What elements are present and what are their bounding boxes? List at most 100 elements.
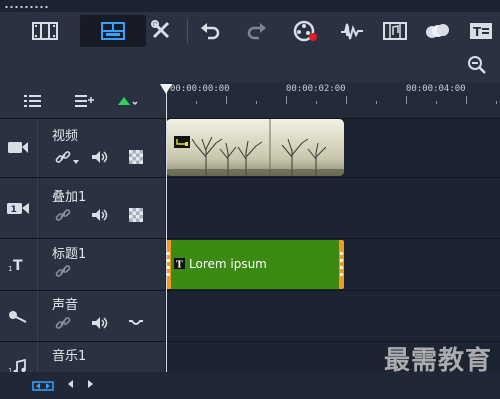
time-ruler[interactable]: 00:00:00:00 00:00:02:00 00:00:04:00 — [166, 82, 500, 119]
overlay-track-lane[interactable] — [166, 178, 500, 239]
record-capture-icon — [293, 20, 317, 42]
track-name: 叠加1 — [52, 190, 87, 205]
record-capture-button[interactable] — [289, 15, 323, 47]
timeline-view-button[interactable] — [80, 15, 146, 47]
link-icon — [55, 265, 71, 277]
track-divider — [37, 119, 38, 177]
title-track-lane[interactable]: T Lorem ipsum — [166, 239, 500, 291]
ruler-label-4s: 00:00:04:00 — [406, 84, 466, 94]
motion-tracking-button[interactable] — [420, 15, 454, 47]
subtitle-editor-button[interactable]: T — [464, 15, 498, 47]
track-name: 标题1 — [52, 247, 87, 262]
voice-track-icon — [9, 311, 27, 323]
track-header-voice[interactable]: 声音 — [0, 291, 165, 342]
track-name: 音乐1 — [52, 349, 87, 364]
volume-button[interactable] — [91, 149, 109, 165]
link-button[interactable] — [54, 263, 72, 279]
audio-mixer-button[interactable] — [335, 15, 369, 47]
audio-mixer-icon — [341, 23, 363, 40]
ripple-editing-icon — [118, 97, 138, 106]
auto-music-button[interactable] — [378, 15, 412, 47]
chevron-down-icon[interactable] — [73, 160, 79, 164]
ruler-tick — [466, 96, 467, 104]
track-visibility-button[interactable]: 1 T — [4, 253, 32, 275]
fit-project-button[interactable] — [32, 380, 54, 392]
undo-button[interactable] — [193, 15, 227, 47]
scroll-right-icon[interactable] — [86, 379, 94, 389]
voice-track-lane[interactable] — [166, 291, 500, 342]
link-button[interactable] — [54, 207, 72, 223]
volume-icon — [92, 209, 108, 221]
timeline-subtoolbar — [0, 50, 500, 82]
mask-button[interactable] — [127, 149, 145, 165]
track-visibility-button[interactable] — [4, 136, 32, 158]
link-icon — [55, 151, 71, 163]
redo-button[interactable] — [240, 15, 274, 47]
track-header-overlay[interactable]: 1 叠加1 — [0, 178, 165, 239]
track-header-title[interactable]: 1 T 标题1 — [0, 239, 165, 291]
checker-icon — [129, 208, 143, 222]
ruler-tick — [226, 96, 227, 104]
ducking-button[interactable] — [127, 315, 145, 331]
volume-button[interactable] — [91, 207, 109, 223]
track-name: 视频 — [52, 129, 79, 144]
ruler-tick — [436, 101, 437, 104]
zoom-out-button[interactable] — [466, 54, 488, 76]
link-icon — [55, 317, 71, 329]
playhead-handle[interactable] — [160, 84, 172, 94]
ruler-tick — [376, 101, 377, 104]
overlay-track-icon: 1 — [7, 203, 29, 215]
track-visibility-button[interactable] — [4, 305, 32, 327]
motion-tracking-icon — [426, 24, 449, 38]
clip-transform-icon — [174, 136, 190, 148]
svg-text:1: 1 — [11, 205, 17, 215]
track-divider — [37, 178, 38, 238]
tools-button[interactable] — [144, 15, 178, 47]
svg-text:1: 1 — [8, 265, 12, 273]
clip-trim-handle-right[interactable] — [339, 250, 344, 278]
drag-grip[interactable] — [4, 4, 50, 10]
ripple-editing-button[interactable] — [116, 92, 140, 110]
track-divider — [37, 342, 38, 372]
tools-icon — [151, 20, 170, 39]
title-clip-label: Lorem ipsum — [189, 257, 267, 271]
ruler-label-0: 00:00:00:00 — [170, 84, 230, 94]
mask-button[interactable] — [127, 207, 145, 223]
ruler-tick — [496, 101, 497, 104]
checker-icon — [129, 150, 143, 164]
svg-text:T: T — [473, 25, 482, 39]
track-manager-button[interactable] — [22, 92, 46, 110]
zoom-out-icon — [468, 56, 486, 74]
track-manager-icon — [24, 95, 41, 107]
video-clip-thumbnails — [166, 119, 344, 176]
track-divider — [37, 239, 38, 290]
track-header-music[interactable]: 1 音乐1 — [0, 342, 165, 375]
link-icon — [55, 209, 71, 221]
track-visibility-button[interactable]: 1 — [4, 197, 32, 219]
storyboard-view-icon — [32, 22, 58, 40]
svg-text:T: T — [176, 261, 183, 270]
link-button[interactable] — [54, 315, 72, 331]
watermark-text: 最需教育 — [383, 346, 492, 376]
ruler-tick — [346, 96, 347, 104]
toolbar-divider — [187, 19, 188, 43]
video-track-icon — [8, 142, 28, 153]
playhead-line[interactable] — [166, 84, 167, 372]
scroll-left-icon[interactable] — [67, 379, 75, 389]
main-toolbar: T — [0, 12, 500, 50]
track-header-video[interactable]: 视频 — [0, 119, 165, 178]
volume-button[interactable] — [91, 315, 109, 331]
volume-icon — [92, 317, 108, 329]
storyboard-view-button[interactable] — [28, 15, 62, 47]
track-divider — [37, 291, 38, 341]
video-clip[interactable] — [166, 119, 344, 176]
video-track-lane[interactable] — [166, 119, 500, 178]
subtitle-editor-icon: T — [470, 23, 492, 39]
title-clip[interactable]: T Lorem ipsum — [166, 240, 344, 289]
ruler-label-2s: 00:00:02:00 — [286, 84, 346, 94]
link-button[interactable] — [54, 149, 72, 165]
ruler-tick — [196, 101, 197, 104]
volume-icon — [92, 151, 108, 163]
ruler-tick — [256, 101, 257, 104]
add-track-button[interactable] — [73, 92, 97, 110]
